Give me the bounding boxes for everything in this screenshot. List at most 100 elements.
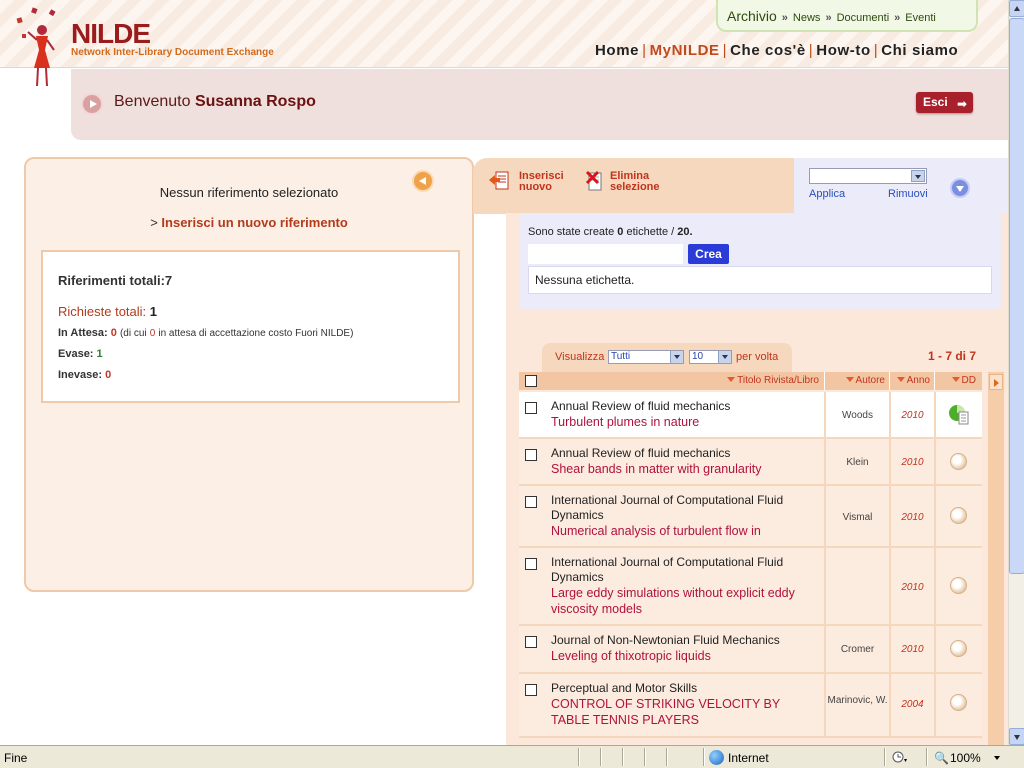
row-year: 2010 bbox=[889, 548, 934, 624]
nav-che-cose[interactable]: Che cos'è bbox=[730, 42, 806, 59]
nav-chi-siamo[interactable]: Chi siamo bbox=[881, 42, 958, 59]
row-dd bbox=[934, 486, 982, 546]
welcome-prefix: Benvenuto bbox=[114, 93, 191, 110]
col-title-label: Titolo Rivista/Libro bbox=[737, 375, 819, 386]
row-journal: Annual Review of fluid mechanics bbox=[551, 399, 731, 413]
row-author: Marinovic, W. bbox=[824, 674, 889, 736]
table-row[interactable]: Journal of Non-Newtonian Fluid Mechanics… bbox=[519, 626, 982, 674]
select-all-checkbox[interactable] bbox=[525, 375, 537, 387]
nav-mynilde[interactable]: MyNILDE bbox=[650, 42, 720, 59]
scroll-down-icon[interactable] bbox=[1009, 728, 1024, 745]
logout-button[interactable]: Esci ➡ bbox=[916, 92, 973, 113]
table-row[interactable]: International Journal of Computational F… bbox=[519, 548, 982, 626]
globe-icon bbox=[709, 750, 724, 765]
tag-select[interactable] bbox=[809, 168, 927, 184]
delete-label-2: selezione bbox=[610, 181, 660, 193]
row-author bbox=[824, 548, 889, 624]
zoom-icon: 🔍 bbox=[934, 751, 949, 765]
dd-status-icon[interactable] bbox=[950, 507, 967, 524]
play-icon bbox=[81, 93, 103, 115]
row-checkbox[interactable] bbox=[525, 636, 537, 648]
req-total-label: Richieste totali: bbox=[58, 304, 147, 319]
new-ref-prefix: > bbox=[150, 215, 158, 230]
expand-right-icon[interactable] bbox=[989, 374, 1003, 390]
dd-status-icon[interactable] bbox=[950, 694, 967, 711]
new-reference-link[interactable]: Inserisci un nuovo riferimento bbox=[161, 215, 347, 230]
delete-document-icon[interactable] bbox=[585, 170, 607, 192]
row-checkbox[interactable] bbox=[525, 684, 537, 696]
tags-count-prefix: Sono state create bbox=[528, 226, 615, 238]
insert-document-icon[interactable] bbox=[488, 170, 510, 192]
nav-home[interactable]: Home bbox=[595, 42, 639, 59]
row-year: 2010 bbox=[889, 392, 934, 437]
row-main: Journal of Non-Newtonian Fluid Mechanics… bbox=[519, 626, 824, 672]
link-eventi[interactable]: Eventi bbox=[905, 12, 936, 24]
row-author: Woods bbox=[824, 392, 889, 437]
col-year-header[interactable]: Anno bbox=[889, 372, 934, 390]
sort-arrow-icon bbox=[845, 377, 854, 382]
table-row[interactable]: International Journal of Computational F… bbox=[519, 486, 982, 548]
col-dd-label: DD bbox=[961, 375, 976, 386]
status-divider bbox=[703, 748, 705, 766]
undone-label: Inevase: bbox=[58, 369, 103, 381]
create-tag-button[interactable]: Crea bbox=[688, 244, 729, 264]
filter-select[interactable]: Tutti bbox=[608, 350, 684, 364]
apply-tag-link[interactable]: Applica bbox=[809, 188, 845, 200]
row-checkbox[interactable] bbox=[525, 496, 537, 508]
top-links: Archivio» News» Documenti» Eventi bbox=[716, 0, 978, 32]
logo-subtitle: Network Inter-Library Document Exchange bbox=[71, 47, 274, 58]
document-delivery-active-icon[interactable] bbox=[948, 404, 970, 426]
stat-done: Evase: 1 bbox=[58, 348, 103, 360]
dd-status-icon[interactable] bbox=[950, 640, 967, 657]
row-title[interactable]: Numerical analysis of turbulent flow in bbox=[551, 523, 816, 539]
tags-count-max: 20. bbox=[677, 226, 693, 238]
row-checkbox[interactable] bbox=[525, 558, 537, 570]
row-year: 2010 bbox=[889, 486, 934, 546]
per-page-select[interactable]: 10 bbox=[689, 350, 732, 364]
chevron-down-icon[interactable] bbox=[994, 756, 1000, 760]
delete-selection-button[interactable]: Elimina selezione bbox=[610, 171, 660, 193]
protected-mode-icon[interactable] bbox=[892, 750, 908, 765]
pending-note-num: 0 bbox=[149, 328, 156, 339]
view-label: Visualizza bbox=[555, 351, 605, 363]
col-title-header[interactable]: Titolo Rivista/Libro bbox=[719, 372, 824, 390]
row-title[interactable]: Shear bands in matter with granularity bbox=[551, 461, 816, 477]
insert-new-button[interactable]: Inserisci nuovo bbox=[519, 171, 564, 193]
expand-down-icon[interactable] bbox=[950, 178, 970, 198]
row-title[interactable]: Turbulent plumes in nature bbox=[551, 414, 816, 430]
dd-status-icon[interactable] bbox=[950, 453, 967, 470]
status-divider bbox=[600, 748, 602, 766]
table-row[interactable]: Annual Review of fluid mechanics Turbule… bbox=[519, 392, 982, 439]
table-row[interactable]: Perceptual and Motor Skills CONTROL OF S… bbox=[519, 674, 982, 738]
insert-label-2: nuovo bbox=[519, 181, 552, 193]
ref-total: Riferimenti totali:7 bbox=[58, 273, 172, 288]
list-side-bar bbox=[988, 372, 1004, 745]
link-news[interactable]: News bbox=[793, 12, 821, 24]
row-checkbox[interactable] bbox=[525, 402, 537, 414]
scroll-up-icon[interactable] bbox=[1009, 0, 1024, 17]
remove-tag-link[interactable]: Rimuovi bbox=[888, 188, 928, 200]
row-checkbox[interactable] bbox=[525, 449, 537, 461]
new-tag-input[interactable] bbox=[528, 244, 683, 264]
nav-how-to[interactable]: How-to bbox=[816, 42, 870, 59]
row-title[interactable]: Large eddy simulations without explicit … bbox=[551, 585, 816, 617]
zoom-level[interactable]: 100% bbox=[950, 751, 981, 765]
link-archivio[interactable]: Archivio bbox=[727, 8, 777, 24]
status-divider bbox=[666, 748, 668, 766]
tags-count-created: 0 bbox=[617, 226, 624, 238]
no-tags-text: Nessuna etichetta. bbox=[528, 266, 992, 294]
done-value: 1 bbox=[96, 348, 103, 360]
page-scrollbar[interactable] bbox=[1008, 0, 1024, 745]
col-author-header[interactable]: Autore bbox=[824, 372, 889, 390]
logo-title[interactable]: NILDE bbox=[71, 18, 151, 50]
col-dd-header[interactable]: DD bbox=[934, 372, 982, 390]
dd-status-icon[interactable] bbox=[950, 577, 967, 594]
tags-box: Sono state create 0 etichette / 20. Crea… bbox=[519, 214, 1001, 309]
table-row[interactable]: Annual Review of fluid mechanics Shear b… bbox=[519, 439, 982, 486]
link-documenti[interactable]: Documenti bbox=[837, 12, 890, 24]
sort-arrow-icon bbox=[896, 377, 905, 382]
row-title[interactable]: CONTROL OF STRIKING VELOCITY BY TABLE TE… bbox=[551, 696, 816, 728]
scroll-thumb[interactable] bbox=[1009, 18, 1024, 574]
row-title[interactable]: Leveling of thixotropic liquids bbox=[551, 648, 816, 664]
row-main: Perceptual and Motor Skills CONTROL OF S… bbox=[519, 674, 824, 736]
